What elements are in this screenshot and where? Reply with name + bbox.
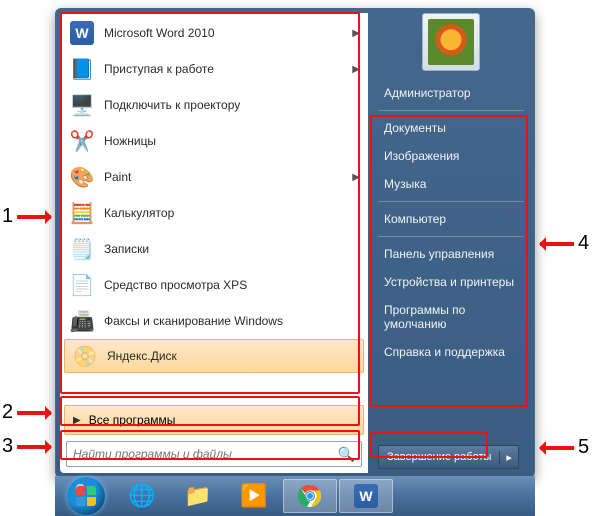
separator — [378, 201, 524, 202]
taskbar-word[interactable]: W — [339, 479, 393, 513]
right-item-defaults[interactable]: Программы по умолчанию — [378, 296, 524, 338]
program-item-word[interactable]: W Microsoft Word 2010 ▶ — [62, 15, 366, 51]
right-item-documents[interactable]: Документы — [378, 114, 524, 142]
word-icon: W — [68, 19, 96, 47]
submenu-arrow-icon: ▶ — [352, 172, 360, 183]
sticky-notes-icon: 🗒️ — [68, 235, 96, 263]
start-menu-left-pane: W Microsoft Word 2010 ▶ 📘 Приступая к ра… — [60, 13, 368, 473]
search-row: 🔍 — [62, 437, 366, 471]
all-programs-label: Все программы — [89, 413, 176, 427]
avatar-flower-icon — [428, 19, 474, 65]
program-label: Microsoft Word 2010 — [104, 26, 348, 40]
taskbar-ie[interactable]: 🌐 — [115, 479, 169, 513]
right-item-computer[interactable]: Компьютер — [378, 205, 524, 233]
paint-icon: 🎨 — [68, 163, 96, 191]
search-icon: 🔍 — [338, 446, 355, 463]
user-name-label[interactable]: Администратор — [378, 79, 524, 107]
taskbar-chrome[interactable] — [283, 479, 337, 513]
program-label: Калькулятор — [104, 206, 360, 220]
right-item-music[interactable]: Музыка — [378, 170, 524, 198]
program-item-fax-scan[interactable]: 📠 Факсы и сканирование Windows — [62, 303, 366, 339]
annotation-number: 4 — [578, 232, 589, 255]
annotation-number: 2 — [2, 401, 13, 424]
program-item-calculator[interactable]: 🧮 Калькулятор — [62, 195, 366, 231]
annotation-arrow-4: 4 — [540, 232, 589, 255]
yandex-disk-icon: 📀 — [71, 342, 99, 370]
annotation-arrow-3: 3 — [2, 435, 51, 458]
folder-icon: 📁 — [184, 483, 211, 509]
program-label: Приступая к работе — [104, 62, 348, 76]
right-item-help[interactable]: Справка и поддержка — [378, 338, 524, 366]
annotation-arrow-5: 5 — [540, 436, 589, 459]
separator — [378, 110, 524, 111]
annotation-arrow-1: 1 — [2, 205, 51, 228]
program-label: Записки — [104, 242, 360, 256]
program-item-xps-viewer[interactable]: 📄 Средство просмотра XPS — [62, 267, 366, 303]
right-item-pictures[interactable]: Изображения — [378, 142, 524, 170]
program-item-paint[interactable]: 🎨 Paint ▶ — [62, 159, 366, 195]
program-item-yandex-disk[interactable]: 📀 Яндекс.Диск — [64, 339, 364, 373]
program-label: Яндекс.Диск — [107, 349, 357, 363]
chrome-icon — [298, 484, 322, 508]
all-programs-arrow-icon: ▶ — [73, 415, 81, 426]
right-item-control-panel[interactable]: Панель управления — [378, 240, 524, 268]
annotation-number: 1 — [2, 205, 13, 228]
program-label: Ножницы — [104, 134, 360, 148]
search-box[interactable]: 🔍 — [66, 441, 362, 467]
taskbar: 🌐 📁 ▶️ W — [55, 476, 535, 516]
calculator-icon: 🧮 — [68, 199, 96, 227]
taskbar-media-player[interactable]: ▶️ — [227, 479, 281, 513]
submenu-arrow-icon: ▶ — [352, 64, 360, 75]
separator — [378, 236, 524, 237]
annotation-arrow-2: 2 — [2, 401, 51, 424]
projector-icon: 🖥️ — [68, 91, 96, 119]
taskbar-explorer[interactable]: 📁 — [171, 479, 225, 513]
program-item-projector[interactable]: 🖥️ Подключить к проектору — [62, 87, 366, 123]
start-menu: W Microsoft Word 2010 ▶ 📘 Приступая к ра… — [55, 8, 535, 478]
program-label: Подключить к проектору — [104, 98, 360, 112]
shutdown-button[interactable]: Завершение работы ▸ — [378, 445, 519, 469]
media-player-icon: ▶️ — [240, 483, 267, 509]
user-avatar[interactable] — [422, 13, 480, 71]
snip-icon: ✂️ — [68, 127, 96, 155]
program-item-sticky-notes[interactable]: 🗒️ Записки — [62, 231, 366, 267]
avatar-wrap — [378, 13, 524, 71]
shutdown-row: Завершение работы ▸ — [378, 439, 524, 469]
search-input[interactable] — [73, 447, 338, 461]
all-programs-button[interactable]: ▶ Все программы — [64, 405, 364, 435]
start-button[interactable] — [59, 479, 113, 513]
submenu-arrow-icon: ▶ — [352, 28, 360, 39]
program-item-snip[interactable]: ✂️ Ножницы — [62, 123, 366, 159]
program-list: W Microsoft Word 2010 ▶ 📘 Приступая к ра… — [62, 15, 366, 403]
shutdown-more-icon[interactable]: ▸ — [499, 451, 518, 464]
program-label: Факсы и сканирование Windows — [104, 314, 360, 328]
shutdown-label: Завершение работы — [379, 451, 499, 463]
ie-icon: 🌐 — [128, 483, 155, 509]
program-label: Paint — [104, 170, 348, 184]
start-orb-icon — [67, 477, 105, 515]
windows-flag-icon — [76, 486, 96, 506]
program-item-getting-started[interactable]: 📘 Приступая к работе ▶ — [62, 51, 366, 87]
annotation-number: 3 — [2, 435, 13, 458]
right-item-devices[interactable]: Устройства и принтеры — [378, 268, 524, 296]
fax-scan-icon: 📠 — [68, 307, 96, 335]
word-icon: W — [354, 484, 378, 508]
start-menu-right-pane: Администратор Документы Изображения Музы… — [368, 9, 534, 477]
xps-viewer-icon: 📄 — [68, 271, 96, 299]
program-label: Средство просмотра XPS — [104, 278, 360, 292]
annotation-number: 5 — [578, 436, 589, 459]
getting-started-icon: 📘 — [68, 55, 96, 83]
